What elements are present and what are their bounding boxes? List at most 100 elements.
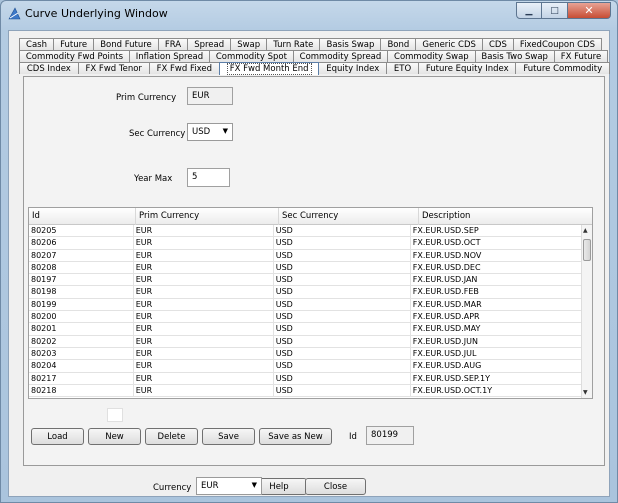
table-cell: USD [274,249,411,261]
tab-label: Future [60,39,88,50]
tab-cds-index[interactable]: CDS Index [19,62,79,74]
table-cell: FX.EUR.USD.OCT [411,237,582,249]
table-cell: USD [274,274,411,286]
table-row[interactable]: 80199 EUR USD FX.EUR.USD.MAR [29,298,582,312]
maximize-button[interactable]: □ [542,2,568,19]
table-cell: FX.EUR.USD.MAY [411,323,582,335]
tab-basis-two-swap[interactable]: Basis Two Swap [474,50,555,62]
id-field: 80199 [366,426,414,445]
table-cell: FX.EUR.USD.NOV [411,249,582,261]
tab-bond[interactable]: Bond [380,38,417,50]
window-controls: ▁ □ ✕ [516,2,611,19]
tab-label: Inflation Spread [135,51,204,62]
table-cell: EUR [134,311,274,323]
save-button[interactable]: Save [202,428,255,445]
table-cell: 80207 [29,249,134,261]
scroll-up-icon[interactable]: ▲ [583,227,588,234]
table-row[interactable]: 80202 EUR USD FX.EUR.USD.JUN [29,335,582,348]
tab-commodity-fwd-points[interactable]: Commodity Fwd Points [19,50,130,62]
tab-future-equity-index[interactable]: Future Equity Index [418,62,517,74]
table-row[interactable]: 80204 EUR USD FX.EUR.USD.AUG [29,360,582,373]
sec-currency-select[interactable]: USD ▼ [187,123,233,141]
table-cell: FX.EUR.USD.JAN [411,274,582,286]
tab-swap[interactable]: Swap [230,38,268,50]
table-row[interactable]: 80218 EUR USD FX.EUR.USD.OCT.1Y [29,384,582,398]
tab-label: Turn Rate [273,39,314,50]
tab-label: Basis Swap [326,39,375,50]
table-row[interactable]: 80207 EUR USD FX.EUR.USD.NOV [29,249,582,262]
currency-value: EUR [201,481,219,491]
prim-currency-label: Prim Currency [116,93,177,103]
currency-select[interactable]: EUR ▼ [196,477,262,495]
table-row[interactable]: 80198 EUR USD FX.EUR.USD.FEB [29,286,582,299]
table-cell: USD [274,311,411,323]
column-header-id[interactable]: Id [29,208,136,225]
table-row[interactable]: 80205 EUR USD FX.EUR.USD.SEP [29,225,582,238]
tab-commodity-spread[interactable]: Commodity Spread [292,50,389,62]
scroll-down-icon[interactable]: ▼ [583,389,588,396]
table-cell: FX.EUR.USD.APR [411,311,582,323]
column-header-sec-currency[interactable]: Sec Currency [279,208,419,225]
tab-fx-future[interactable]: FX Future [553,50,609,62]
year-max-value: 5 [192,172,198,182]
table-cell: USD [274,347,411,360]
table-row[interactable]: 80217 EUR USD FX.EUR.USD.SEP.1Y [29,372,582,385]
close-window-button[interactable]: ✕ [568,2,611,19]
title-bar[interactable]: Curve Underlying Window ▁ □ ✕ [1,1,617,27]
table-cell: USD [274,384,411,397]
table-vertical-scrollbar[interactable]: ▲ ▼ [581,225,592,398]
tab-label: FX Fwd Month End [226,63,312,75]
tab-turn-rate[interactable]: Turn Rate [266,38,321,50]
tab-fixedcoupon-cds[interactable]: FixedCoupon CDS [512,38,603,50]
table-cell: USD [274,261,411,274]
tab-cash[interactable]: Cash [19,38,55,50]
tab-fx-fwd-tenor[interactable]: FX Fwd Tenor [77,62,150,74]
id-value: 80199 [371,430,399,440]
tab-fx-fwd-fixed[interactable]: FX Fwd Fixed [148,62,220,74]
tab-spread[interactable]: Spread [187,38,232,50]
tab-label: Equity Index [326,63,380,74]
tab-future-commodity[interactable]: Future Commodity [515,62,610,74]
tab-equity-index[interactable]: Equity Index [318,62,388,74]
table-row[interactable]: 80197 EUR USD FX.EUR.USD.JAN [29,274,582,287]
table-cell: FX.EUR.USD.DEC [411,261,582,274]
table-cell: 80208 [29,261,134,274]
tab-commodity-spot[interactable]: Commodity Spot [209,50,294,62]
tab-future[interactable]: Future [53,38,95,50]
new-button[interactable]: New [88,428,141,445]
year-max-input[interactable]: 5 [187,168,230,187]
tab-eto[interactable]: ETO [386,62,420,74]
app-icon [8,7,21,20]
tab-basis-swap[interactable]: Basis Swap [319,38,382,50]
table-row[interactable]: 80201 EUR USD FX.EUR.USD.MAY [29,323,582,336]
minimize-button[interactable]: ▁ [516,2,542,19]
tab-bond-future[interactable]: Bond Future [93,38,159,50]
tab-generic-cds[interactable]: Generic CDS [415,38,483,50]
scrollbar-thumb[interactable] [583,239,591,261]
tab-label: FX Future [560,51,602,62]
delete-button[interactable]: Delete [145,428,198,445]
table-row[interactable]: 80200 EUR USD FX.EUR.USD.APR [29,311,582,324]
table-cell: USD [274,225,411,237]
tab-label: Swap [237,39,261,50]
tab-cds[interactable]: CDS [481,38,514,50]
sec-currency-value: USD [192,127,211,137]
tab-inflation-spread[interactable]: Inflation Spread [128,50,211,62]
tab-commodity-swap[interactable]: Commodity Swap [387,50,476,62]
save-as-new-button[interactable]: Save as New [259,428,332,445]
table-cell: USD [274,237,411,249]
currency-label: Currency [153,483,192,493]
table-cell: 80218 [29,384,134,397]
column-header-description[interactable]: Description [419,208,592,225]
tab-fra[interactable]: FRA [157,38,189,50]
table-cell: EUR [134,237,274,249]
table-cell: EUR [134,360,274,372]
close-button[interactable]: Close [305,478,366,495]
load-button[interactable]: Load [31,428,84,445]
column-header-prim-currency[interactable]: Prim Currency [136,208,279,225]
table-row[interactable]: 80206 EUR USD FX.EUR.USD.OCT [29,237,582,250]
tab-fx-fwd-month-end[interactable]: FX Fwd Month End [218,62,320,75]
table-row[interactable]: 80208 EUR USD FX.EUR.USD.DEC [29,261,582,275]
table-row[interactable]: 80203 EUR USD FX.EUR.USD.JUL [29,347,582,361]
table-cell: EUR [134,261,274,274]
